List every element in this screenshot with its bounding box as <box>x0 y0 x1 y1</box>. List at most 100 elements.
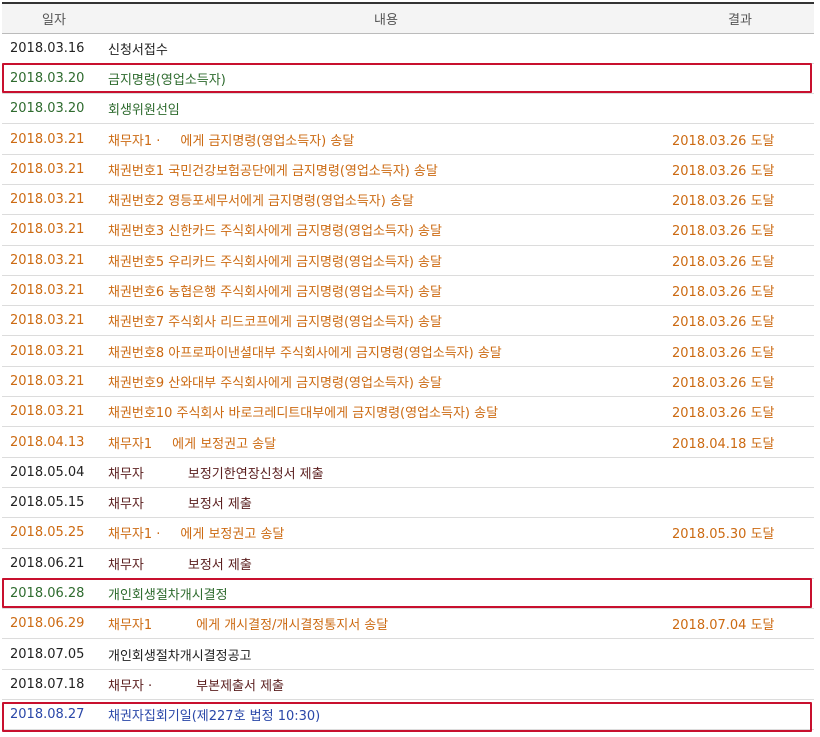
row-date: 2018.05.25 <box>2 517 106 549</box>
row-result: 2018.03.26 도달 <box>666 366 814 398</box>
row-date: 2018.03.20 <box>2 63 106 95</box>
row-content: 채권번호1 국민건강보험공단에게 금지명령(영업소득자) 송달 <box>106 154 666 185</box>
table-row: 2018.07.05 개인회생절차개시결정공고 <box>2 638 814 670</box>
row-party: 채무자1 · <box>108 527 161 543</box>
table-row: 2018.06.21 채무자 보정서 제출 <box>2 548 814 579</box>
row-content: 개인회생절차개시결정공고 <box>106 638 666 670</box>
row-result <box>666 33 814 64</box>
row-result: 2018.03.26 도달 <box>666 123 814 155</box>
table-row: 2018.03.21 채권번호5 우리카드 주식회사에게 금지명령(영업소득자)… <box>2 245 814 276</box>
row-content: 채무자1 에게 개시결정/개시결정통지서 송달 <box>106 608 666 640</box>
table-row: 2018.05.15 채무자 보정서 제출 <box>2 487 814 519</box>
row-content: 채무자1 에게 보정권고 송달 <box>106 426 666 458</box>
table-row: 2018.03.21 채권번호3 신한카드 주식회사에게 금지명령(영업소득자)… <box>2 214 814 246</box>
table-row: 2018.05.25 채무자1 · 에게 보정권고 송달 2018.05.30 도… <box>2 517 814 549</box>
header-result: 결과 <box>666 2 814 34</box>
row-result <box>666 93 814 125</box>
row-content: 개인회생절차개시결정 <box>106 578 666 610</box>
table-row: 2018.03.21 채권번호1 국민건강보험공단에게 금지명령(영업소득자) … <box>2 154 814 185</box>
row-date: 2018.03.21 <box>2 214 106 246</box>
table-row: 2018.07.18 채무자 · 부본제출서 제출 <box>2 669 814 701</box>
row-result <box>666 548 814 579</box>
row-result: 2018.03.26 도달 <box>666 245 814 276</box>
row-party: 채무자 <box>108 466 144 482</box>
row-date: 2018.03.20 <box>2 93 106 125</box>
row-result: 2018.03.26 도달 <box>666 214 814 246</box>
row-content: 채무자 보정기한연장신청서 제출 <box>106 457 666 488</box>
row-result <box>666 669 814 701</box>
row-party: 채무자 · <box>108 678 153 694</box>
row-action: 보정기한연장신청서 제출 <box>187 466 324 482</box>
row-party: 채무자 <box>108 497 144 513</box>
row-date: 2018.03.21 <box>2 154 106 185</box>
table-row: 2018.03.20 회생위원선임 <box>2 93 814 125</box>
table-row: 2018.03.20 금지명령(영업소득자) <box>2 63 814 95</box>
row-content: 채권자집회기일(제227호 법정 10:30) <box>106 699 666 731</box>
row-result: 2018.03.26 도달 <box>666 305 814 337</box>
case-progress-panel: 일자 내용 결과 2018.03.16 신청서접수 2018.03.20 금지명… <box>2 2 814 732</box>
row-content: 채무자 보정서 제출 <box>106 548 666 579</box>
table-header-row: 일자 내용 결과 <box>2 2 814 34</box>
row-party: 채무자1 · <box>108 133 161 149</box>
row-result <box>666 699 814 731</box>
table-row: 2018.03.21 채무자1 · 에게 금지명령(영업소득자) 송달 2018.… <box>2 123 814 155</box>
row-content: 채무자1 · 에게 보정권고 송달 <box>106 517 666 549</box>
row-result: 2018.07.04 도달 <box>666 608 814 640</box>
row-action: 보정서 제출 <box>187 557 252 573</box>
row-date: 2018.06.21 <box>2 548 106 579</box>
row-action: 에게 보정권고 송달 <box>180 527 285 543</box>
header-content: 내용 <box>106 2 666 34</box>
row-result: 2018.03.26 도달 <box>666 335 814 367</box>
table-row: 2018.04.13 채무자1 에게 보정권고 송달 2018.04.18 도달 <box>2 426 814 458</box>
row-content: 채무자1 · 에게 금지명령(영업소득자) 송달 <box>106 123 666 155</box>
table-row: 2018.03.21 채권번호10 주식회사 바로크레디트대부에게 금지명령(영… <box>2 396 814 428</box>
table-row: 2018.03.21 채권번호7 주식회사 리드코프에게 금지명령(영업소득자)… <box>2 305 814 337</box>
row-result <box>666 578 814 610</box>
table-row: 2018.03.21 채권번호8 아프로파이낸셜대부 주식회사에게 금지명령(영… <box>2 335 814 367</box>
row-content: 채권번호2 영등포세무서에게 금지명령(영업소득자) 송달 <box>106 184 666 216</box>
table-row: 2018.03.21 채권번호9 산와대부 주식회사에게 금지명령(영업소득자)… <box>2 366 814 398</box>
row-result: 2018.03.26 도달 <box>666 275 814 307</box>
table-row: 2018.06.29 채무자1 에게 개시결정/개시결정통지서 송달 2018.0… <box>2 608 814 640</box>
row-date: 2018.06.28 <box>2 578 106 610</box>
row-content: 채권번호5 우리카드 주식회사에게 금지명령(영업소득자) 송달 <box>106 245 666 276</box>
row-result <box>666 457 814 488</box>
row-content: 채권번호9 산와대부 주식회사에게 금지명령(영업소득자) 송달 <box>106 366 666 398</box>
row-result: 2018.05.30 도달 <box>666 517 814 549</box>
row-date: 2018.03.21 <box>2 123 106 155</box>
row-action: 부본제출서 제출 <box>196 678 285 694</box>
table-row: 2018.08.27 채권자집회기일(제227호 법정 10:30) <box>2 699 814 731</box>
table-row: 2018.03.16 신청서접수 <box>2 33 814 64</box>
row-date: 2018.06.29 <box>2 608 106 640</box>
row-date: 2018.03.16 <box>2 33 106 64</box>
row-date: 2018.07.05 <box>2 638 106 670</box>
row-date: 2018.03.21 <box>2 396 106 428</box>
row-content: 채무자 보정서 제출 <box>106 487 666 519</box>
row-date: 2018.07.18 <box>2 669 106 701</box>
row-action: 에게 금지명령(영업소득자) 송달 <box>180 133 355 149</box>
row-content: 신청서접수 <box>106 33 666 64</box>
row-result <box>666 487 814 519</box>
table-row: 2018.05.04 채무자 보정기한연장신청서 제출 <box>2 457 814 488</box>
row-date: 2018.03.21 <box>2 335 106 367</box>
row-content: 채권번호8 아프로파이낸셜대부 주식회사에게 금지명령(영업소득자) 송달 <box>106 335 666 367</box>
row-action: 에게 보정권고 송달 <box>172 436 277 452</box>
row-date: 2018.04.13 <box>2 426 106 458</box>
row-content: 채권번호7 주식회사 리드코프에게 금지명령(영업소득자) 송달 <box>106 305 666 337</box>
row-date: 2018.08.27 <box>2 699 106 731</box>
row-content: 회생위원선임 <box>106 93 666 125</box>
row-result: 2018.03.26 도달 <box>666 154 814 185</box>
table-row: 2018.03.21 채권번호6 농협은행 주식회사에게 금지명령(영업소득자)… <box>2 275 814 307</box>
row-action: 에게 개시결정/개시결정통지서 송달 <box>196 618 389 634</box>
header-date: 일자 <box>2 2 106 34</box>
table-row: 2018.03.21 채권번호2 영등포세무서에게 금지명령(영업소득자) 송달… <box>2 184 814 216</box>
row-content: 채권번호10 주식회사 바로크레디트대부에게 금지명령(영업소득자) 송달 <box>106 396 666 428</box>
row-date: 2018.05.15 <box>2 487 106 519</box>
row-content: 채권번호6 농협은행 주식회사에게 금지명령(영업소득자) 송달 <box>106 275 666 307</box>
row-party: 채무자1 <box>108 618 153 634</box>
row-date: 2018.03.21 <box>2 366 106 398</box>
row-result <box>666 638 814 670</box>
row-result: 2018.04.18 도달 <box>666 426 814 458</box>
row-result: 2018.03.26 도달 <box>666 396 814 428</box>
row-date: 2018.03.21 <box>2 184 106 216</box>
